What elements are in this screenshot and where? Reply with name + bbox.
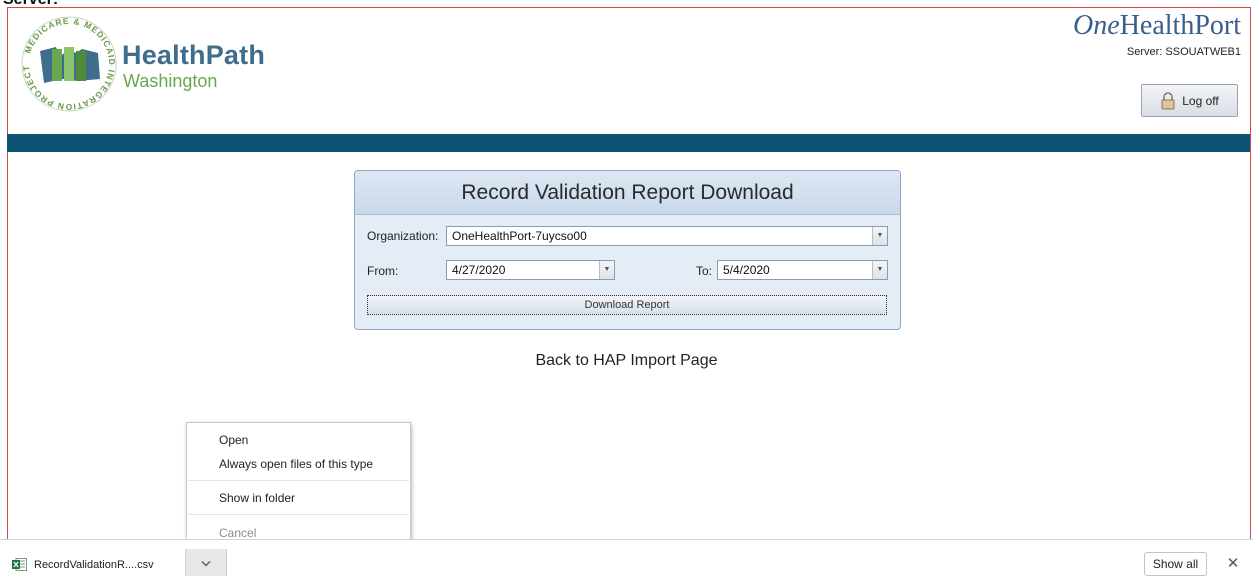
menu-item-cancel: Cancel (219, 526, 257, 540)
organization-select[interactable]: OneHealthPort-7uycso00 ▼ (446, 226, 888, 246)
close-icon[interactable]: ✕ (1224, 554, 1242, 572)
show-all-button[interactable]: Show all (1144, 552, 1207, 576)
organization-value: OneHealthPort-7uycso00 (452, 229, 587, 243)
brand-name: HealthPath (122, 40, 266, 70)
brand-subtitle: Washington (123, 71, 218, 91)
report-panel: Record Validation Report Download Organi… (354, 170, 901, 330)
download-report-button[interactable]: Download Report (367, 295, 887, 315)
logoff-button[interactable]: Log off (1141, 84, 1238, 117)
download-options-button[interactable] (186, 549, 227, 576)
onehealthport-logo: OneHealthPort (1073, 10, 1241, 42)
organization-label: Organization: (367, 229, 439, 243)
logoff-label: Log off (1182, 93, 1219, 108)
to-date-value: 5/4/2020 (723, 263, 770, 277)
panel-title: Record Validation Report Download (355, 171, 900, 215)
chevron-down-icon[interactable]: ▼ (872, 261, 887, 279)
to-date-picker[interactable]: 5/4/2020 ▼ (717, 260, 888, 280)
from-date-picker[interactable]: 4/27/2020 ▼ (446, 260, 615, 280)
menu-item-always-open[interactable]: Always open files of this type (219, 457, 373, 471)
download-context-menu: Open Always open files of this type Show… (186, 422, 411, 548)
logo-italic-part: One (1073, 10, 1120, 41)
back-to-import-link[interactable]: Back to HAP Import Page (0, 352, 1253, 370)
excel-file-icon (12, 558, 27, 571)
menu-item-show-in-folder[interactable]: Show in folder (219, 491, 295, 505)
download-file-name[interactable]: RecordValidationR....csv (34, 559, 154, 571)
chevron-down-icon (201, 560, 211, 566)
menu-separator (188, 514, 409, 515)
to-label: To: (696, 264, 713, 278)
chevron-down-icon[interactable]: ▼ (872, 227, 887, 245)
download-bar: RecordValidationR....csv Show all ✕ (0, 539, 1253, 576)
menu-separator (188, 480, 409, 481)
menu-item-open[interactable]: Open (219, 433, 248, 447)
lock-icon (1161, 91, 1175, 109)
header-bar (7, 134, 1250, 152)
server-label: Server: SSOUATWEB1 (1126, 46, 1241, 58)
healthpath-logo-icon: MEDICARE & MEDICAID INTEGRATION PROJECT (21, 16, 117, 112)
from-label: From: (367, 264, 399, 278)
logo-rest-part: HealthPort (1119, 10, 1241, 41)
from-date-value: 4/27/2020 (452, 263, 506, 277)
chevron-down-icon[interactable]: ▼ (599, 261, 614, 279)
